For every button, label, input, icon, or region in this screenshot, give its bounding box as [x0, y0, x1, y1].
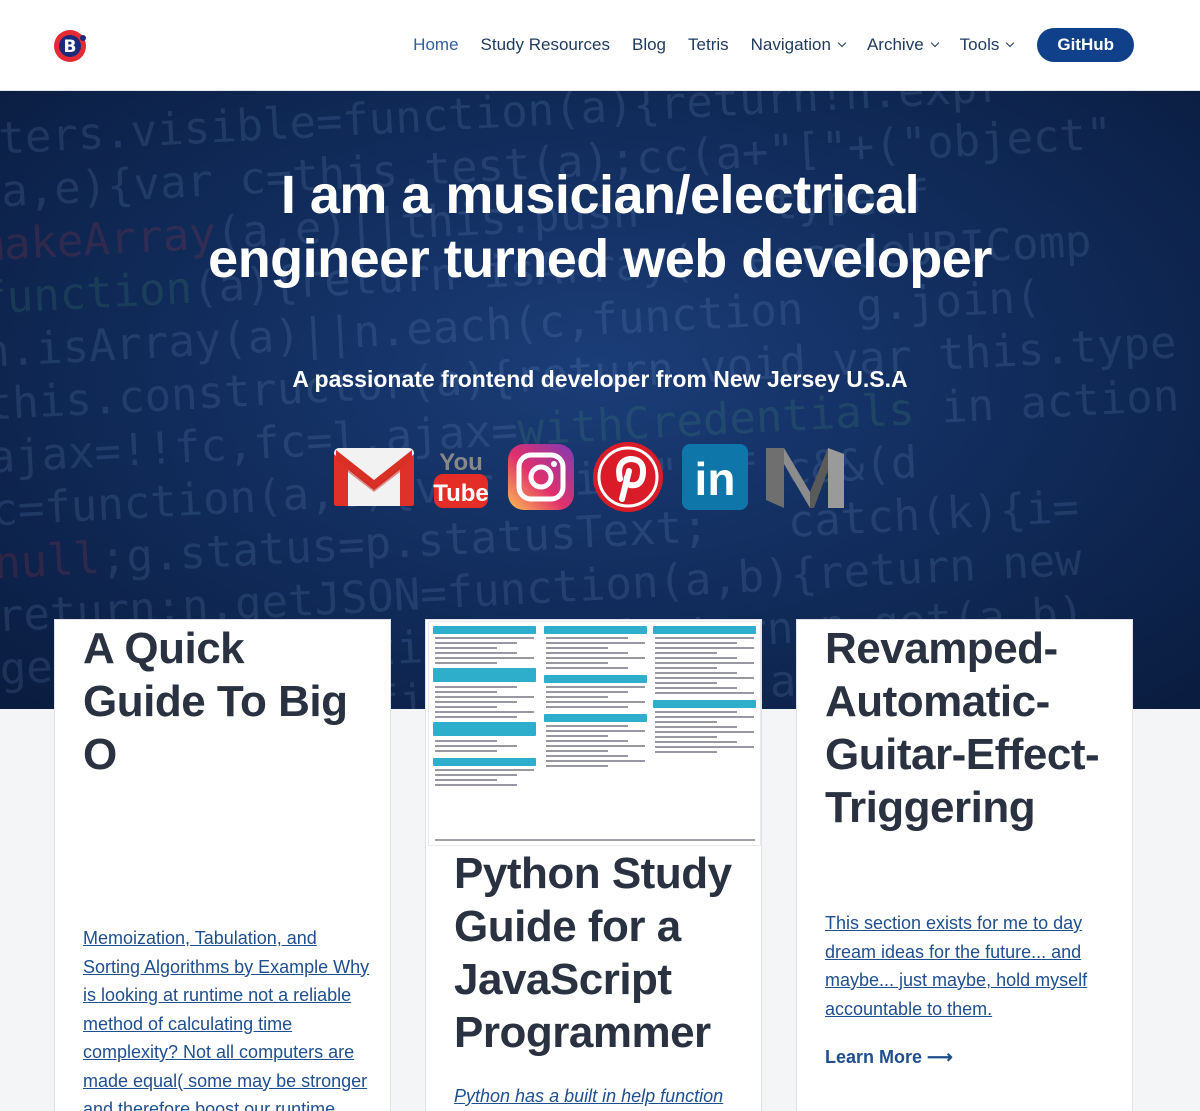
svg-text:B: B: [64, 37, 77, 57]
nav-blog[interactable]: Blog: [632, 35, 666, 55]
svg-text:Tube: Tube: [433, 480, 489, 507]
card-title[interactable]: Python Study Guide for a JavaScript Prog…: [454, 847, 754, 1059]
learn-more-link[interactable]: Learn More ⟶: [825, 1047, 953, 1068]
nav-home-label: Home: [413, 35, 459, 54]
post-card-python-study-guide[interactable]: Python Study Guide for a JavaScript Prog…: [425, 619, 762, 1111]
site-header: B Home Study Resources Blog Tetris Navig…: [0, 0, 1200, 91]
main-nav: Home Study Resources Blog Tetris Navigat…: [413, 28, 1134, 62]
pinterest-icon[interactable]: [592, 441, 664, 518]
site-logo-icon[interactable]: B: [52, 28, 88, 64]
svg-text:in: in: [695, 453, 736, 505]
nav-navigation-label: Navigation: [750, 35, 831, 54]
chevron-down-icon: [1006, 38, 1015, 48]
nav-navigation-dropdown[interactable]: Navigation: [750, 35, 847, 55]
nav-archive-label: Archive: [866, 35, 924, 54]
card-excerpt-link[interactable]: Python has a built in help function: [454, 1082, 744, 1111]
hero-title: I am a musician/electrical engineer turn…: [208, 165, 992, 289]
card-excerpt-link[interactable]: Memoization, Tabulation, and Sorting Alg…: [83, 924, 373, 1111]
nav-tools-label: Tools: [959, 35, 1000, 54]
hero-subtitle: A passionate frontend developer from New…: [292, 366, 908, 392]
chevron-down-icon: [837, 38, 847, 48]
instagram-icon[interactable]: [508, 443, 574, 515]
nav-study-resources[interactable]: Study Resources: [481, 35, 610, 55]
card-title[interactable]: Revamped-Automatic-Guitar-Effect-Trigger…: [825, 622, 1125, 834]
python-cheatsheet-thumbnail[interactable]: [428, 621, 761, 846]
nav-tetris[interactable]: Tetris: [688, 35, 729, 55]
nav-home[interactable]: Home: [413, 35, 458, 55]
nav-blog-label: Blog: [631, 35, 667, 54]
svg-text:You: You: [439, 449, 483, 476]
gmail-icon[interactable]: [334, 446, 414, 513]
social-links: You Tube in: [334, 441, 844, 515]
post-card-big-o[interactable]: A Quick Guide To Big O Memoization, Tabu…: [54, 619, 391, 1111]
medium-icon[interactable]: [766, 444, 844, 515]
chevron-down-icon: [930, 38, 939, 48]
nav-tetris-label: Tetris: [688, 35, 729, 54]
hero-section: ilters.visible=function(a){return!n.expr…: [0, 91, 1200, 709]
nav-tools-dropdown[interactable]: Tools: [959, 35, 1015, 55]
post-card-guitar-effect-triggering[interactable]: Revamped-Automatic-Guitar-Effect-Trigger…: [796, 619, 1133, 1111]
youtube-icon[interactable]: You Tube: [432, 444, 490, 515]
github-button[interactable]: GitHub: [1037, 28, 1134, 62]
card-excerpt-link[interactable]: This section exists for me to day dream …: [825, 909, 1095, 1023]
nav-archive-dropdown[interactable]: Archive: [866, 35, 939, 55]
card-title[interactable]: A Quick Guide To Big O: [83, 622, 373, 781]
linkedin-icon[interactable]: in: [682, 443, 748, 515]
nav-study-resources-label: Study Resources: [480, 35, 610, 54]
